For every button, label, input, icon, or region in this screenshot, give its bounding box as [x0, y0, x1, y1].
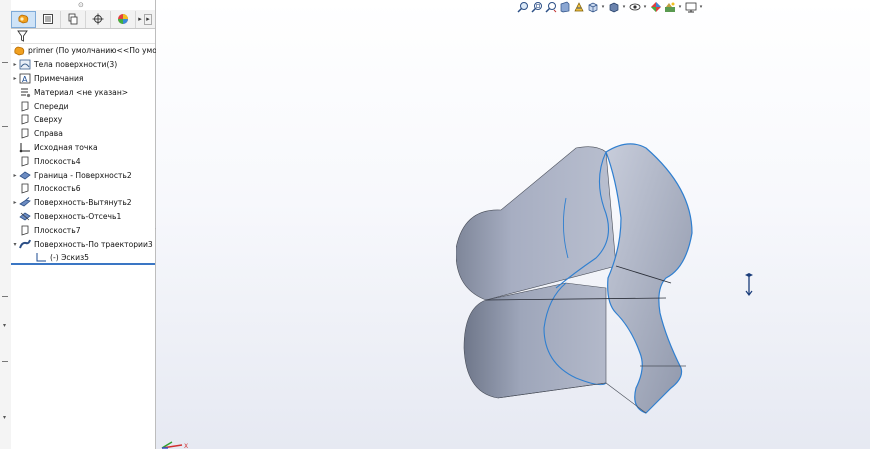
feature-manager-panel: ⊙ ▸ ▸ primer (По умолчанию<<По умолч ▸ Т…	[11, 0, 166, 449]
extruded-surface-icon	[19, 197, 31, 208]
tree-item-label: (-) Эскиз5	[50, 253, 89, 263]
feature-tree: primer (По умолчанию<<По умолч ▸ Тела по…	[11, 44, 166, 265]
triad-x-label: X	[184, 443, 188, 449]
edge-mark	[2, 361, 8, 362]
hide-show-items-icon[interactable]	[628, 1, 641, 14]
zoom-to-area-icon[interactable]	[530, 1, 543, 14]
plane-icon	[19, 156, 31, 167]
tree-item-plane-right[interactable]: Справа	[11, 127, 155, 141]
surface-model[interactable]	[456, 138, 696, 418]
part-icon	[13, 45, 25, 56]
tree-filter[interactable]	[11, 29, 155, 44]
display-style-icon[interactable]	[607, 1, 620, 14]
view-settings-icon[interactable]	[684, 1, 697, 14]
tree-item-material[interactable]: Материал <не указан>	[11, 85, 155, 99]
origin-icon	[19, 142, 31, 153]
chevron-down-icon[interactable]: ▾	[600, 4, 606, 10]
tree-item-plane-front[interactable]: Спереди	[11, 99, 155, 113]
material-icon	[19, 87, 31, 98]
tree-item-label: Поверхность-По траектории3	[34, 239, 153, 249]
tabs-scroll-arrow[interactable]: ▸	[136, 11, 144, 28]
move-cursor-icon	[745, 273, 753, 296]
chevron-down-icon[interactable]: ▾	[3, 414, 6, 421]
configuration-manager-icon	[68, 13, 78, 25]
zoom-to-fit-icon[interactable]	[516, 1, 529, 14]
dynamic-annotation-icon[interactable]	[572, 1, 585, 14]
plane-icon	[19, 225, 31, 236]
edge-mark	[2, 126, 8, 127]
plane-icon	[19, 183, 31, 194]
tree-item-label: Граница - Поверхность2	[34, 170, 132, 180]
chevron-down-icon[interactable]: ▾	[642, 4, 648, 10]
tree-item-label: Плоскость7	[34, 225, 81, 235]
edge-mark	[2, 62, 8, 63]
tree-item-origin[interactable]: Исходная точка	[11, 141, 155, 155]
expand-arrow-icon[interactable]: ▸	[11, 75, 19, 82]
tree-item-label: Плоскость4	[34, 156, 81, 166]
tab-dimxpert-manager[interactable]	[86, 10, 111, 28]
view-orientation-icon[interactable]	[586, 1, 599, 14]
tree-end-marker	[11, 263, 155, 265]
tree-item-label: Плоскость6	[34, 184, 81, 194]
panel-grip-icon[interactable]: ⊙	[78, 1, 84, 9]
tree-item-label: Сверху	[34, 115, 63, 125]
chevron-down-icon[interactable]: ▾	[3, 322, 6, 329]
tree-item-plane4[interactable]: Плоскость4	[11, 154, 155, 168]
tree-item-label: Примечания	[34, 73, 84, 83]
tree-item-label: Тела поверхности(3)	[34, 60, 118, 70]
section-view-icon[interactable]	[558, 1, 571, 14]
property-manager-icon	[43, 14, 53, 24]
edit-appearance-icon[interactable]	[649, 1, 662, 14]
tree-item-plane-top[interactable]: Сверху	[11, 113, 155, 127]
tabs-scroll-arrow[interactable]: ▸	[144, 13, 152, 25]
trimmed-surface-icon	[19, 211, 31, 222]
swept-surface-icon	[19, 239, 31, 250]
tree-item-boundary-surface[interactable]: ▸ Граница - Поверхность2	[11, 168, 155, 182]
previous-view-icon[interactable]	[544, 1, 557, 14]
boundary-surface-icon	[19, 170, 31, 181]
feature-manager-tabs: ▸ ▸	[11, 10, 155, 29]
tree-item-extruded-surface[interactable]: ▸ Поверхность-Вытянуть2	[11, 196, 155, 210]
dimxpert-manager-icon	[92, 13, 104, 25]
plane-icon	[19, 101, 31, 112]
annotations-icon: A	[19, 73, 31, 84]
tab-property-manager[interactable]	[36, 10, 61, 28]
tab-display-manager[interactable]	[111, 10, 136, 28]
feature-manager-icon	[18, 14, 29, 24]
svg-text:A: A	[22, 75, 28, 84]
plane-icon	[19, 114, 31, 125]
filter-icon[interactable]	[17, 30, 28, 42]
display-manager-icon	[118, 14, 128, 24]
sketch-icon	[35, 252, 47, 263]
tree-item-swept-surface[interactable]: ▾ Поверхность-По траектории3	[11, 237, 155, 251]
expand-arrow-icon[interactable]: ▸	[11, 172, 19, 179]
heads-up-toolbar: ▾ ▾ ▾ ▾ ▾	[516, 0, 704, 14]
chevron-down-icon[interactable]: ▾	[621, 4, 627, 10]
plane-icon	[19, 128, 31, 139]
tree-item-label: Поверхность-Отсечь1	[34, 211, 122, 221]
apply-scene-icon[interactable]	[663, 1, 676, 14]
tree-item-plane6[interactable]: Плоскость6	[11, 182, 155, 196]
tree-item-label: Поверхность-Вытянуть2	[34, 198, 132, 208]
expand-arrow-icon[interactable]: ▸	[11, 199, 19, 206]
tree-item-annotations[interactable]: ▸ A Примечания	[11, 72, 155, 86]
collapse-arrow-icon[interactable]: ▾	[11, 241, 19, 248]
tree-root-item[interactable]: primer (По умолчанию<<По умолч	[11, 44, 166, 58]
tree-item-label: Справа	[34, 129, 63, 139]
tree-item-label: Материал <не указан>	[34, 87, 129, 97]
tree-item-trimmed-surface[interactable]: Поверхность-Отсечь1	[11, 210, 155, 224]
tree-item-label: Спереди	[34, 101, 69, 111]
expand-arrow-icon[interactable]: ▸	[11, 61, 19, 68]
tree-item-surface-bodies[interactable]: ▸ Тела поверхности(3)	[11, 58, 155, 72]
chevron-down-icon[interactable]: ▾	[677, 4, 683, 10]
edge-mark	[2, 296, 8, 297]
surface-bodies-icon	[19, 59, 31, 70]
tree-root-label: primer (По умолчанию<<По умолч	[28, 46, 167, 56]
tab-feature-manager[interactable]	[11, 10, 36, 28]
tab-configuration-manager[interactable]	[61, 10, 86, 28]
tree-item-label: Исходная точка	[34, 142, 98, 152]
tree-item-plane7[interactable]: Плоскость7	[11, 223, 155, 237]
reference-triad-icon: X	[161, 441, 188, 449]
chevron-down-icon[interactable]: ▾	[698, 4, 704, 10]
